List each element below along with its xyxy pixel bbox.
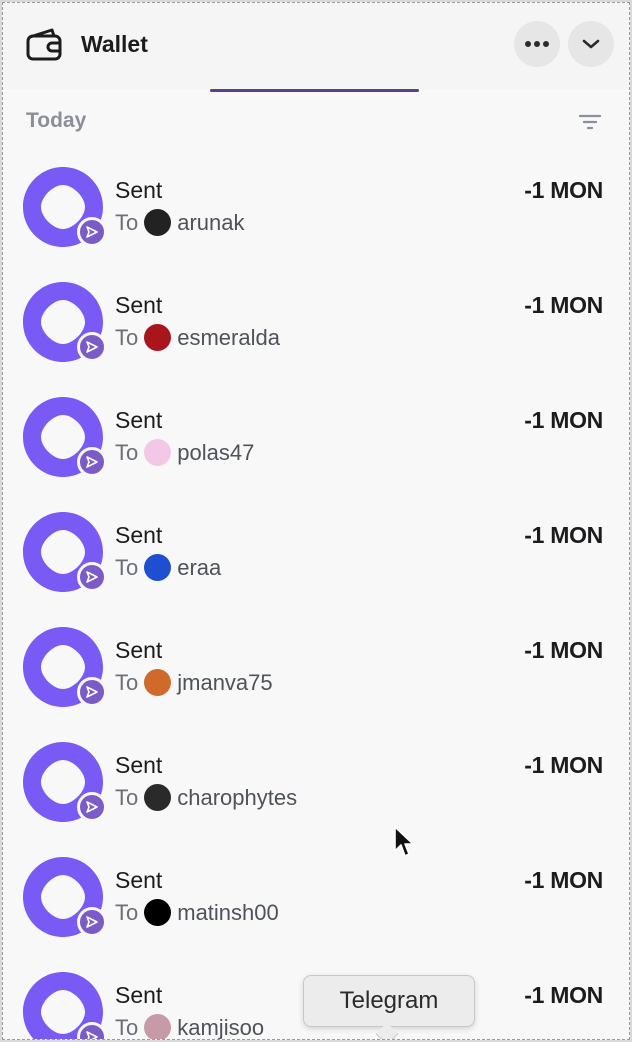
to-label: To bbox=[115, 554, 139, 580]
token-logo-wrap bbox=[21, 855, 111, 941]
transaction-row[interactable]: Sent -1 MON To matinsh00 bbox=[3, 843, 629, 958]
mouse-cursor-icon bbox=[394, 826, 414, 857]
transaction-list: Sent -1 MON To arunak Sent -1 MON To esm… bbox=[3, 153, 629, 1040]
filter-icon[interactable] bbox=[577, 109, 603, 135]
to-label: To bbox=[115, 439, 139, 465]
wallet-icon bbox=[26, 28, 62, 61]
transaction-type: Sent bbox=[115, 867, 163, 893]
avatar bbox=[144, 554, 172, 581]
token-logo-wrap bbox=[21, 165, 111, 251]
recipient-username[interactable]: charophytes bbox=[177, 785, 297, 811]
more-horizontal-icon bbox=[525, 41, 549, 47]
sent-badge bbox=[77, 332, 107, 362]
avatar bbox=[144, 439, 172, 466]
avatar bbox=[144, 784, 172, 811]
token-logo-wrap bbox=[21, 625, 111, 711]
token-logo-wrap bbox=[21, 970, 111, 1039]
transaction-row[interactable]: Sent -1 MON To arunak bbox=[3, 153, 629, 268]
transaction-recipient: To esmeralda bbox=[115, 324, 280, 351]
send-icon bbox=[86, 571, 98, 583]
to-label: To bbox=[115, 1014, 139, 1040]
transaction-type: Sent bbox=[115, 752, 163, 778]
avatar bbox=[144, 324, 172, 351]
page-title: Wallet bbox=[81, 31, 148, 57]
sent-badge bbox=[77, 677, 107, 707]
transaction-amount: -1 MON bbox=[524, 522, 603, 548]
recipient-username[interactable]: matinsh00 bbox=[177, 900, 279, 926]
transaction-type: Sent bbox=[115, 407, 163, 433]
transaction-row[interactable]: Sent -1 MON To esmeralda bbox=[3, 268, 629, 383]
send-icon bbox=[86, 686, 98, 698]
token-logo-wrap bbox=[21, 395, 111, 481]
transaction-recipient: To jmanva75 bbox=[115, 669, 273, 696]
transaction-amount: -1 MON bbox=[524, 752, 603, 778]
recipient-username[interactable]: polas47 bbox=[177, 440, 254, 466]
recipient-username[interactable]: esmeralda bbox=[177, 325, 280, 351]
transaction-amount: -1 MON bbox=[524, 637, 603, 663]
transaction-recipient: To matinsh00 bbox=[115, 899, 279, 926]
chevron-down-icon bbox=[582, 39, 600, 49]
to-label: To bbox=[115, 324, 139, 350]
recipient-username[interactable]: eraa bbox=[177, 555, 221, 581]
transaction-type: Sent bbox=[115, 292, 163, 318]
collapse-button[interactable] bbox=[568, 21, 614, 67]
token-logo-wrap bbox=[21, 510, 111, 596]
send-icon bbox=[86, 916, 98, 928]
send-icon bbox=[86, 1031, 98, 1039]
transaction-amount: -1 MON bbox=[524, 407, 603, 433]
send-icon bbox=[86, 801, 98, 813]
avatar bbox=[144, 669, 172, 696]
active-tab-indicator bbox=[210, 89, 419, 92]
sent-badge bbox=[77, 792, 107, 822]
transaction-type: Sent bbox=[115, 522, 163, 548]
transaction-row[interactable]: Sent -1 MON To eraa bbox=[3, 498, 629, 613]
to-label: To bbox=[115, 669, 139, 695]
transaction-recipient: To arunak bbox=[115, 209, 245, 236]
transaction-row[interactable]: Sent -1 MON To charophytes bbox=[3, 728, 629, 843]
sent-badge bbox=[77, 217, 107, 247]
transaction-amount: -1 MON bbox=[524, 867, 603, 893]
avatar bbox=[144, 899, 172, 926]
recipient-username[interactable]: arunak bbox=[177, 210, 244, 236]
recipient-username[interactable]: kamjisoo bbox=[177, 1015, 264, 1040]
to-label: To bbox=[115, 209, 139, 235]
transaction-type: Sent bbox=[115, 637, 163, 663]
sent-badge bbox=[77, 447, 107, 477]
transaction-amount: -1 MON bbox=[524, 177, 603, 203]
tooltip: Telegram bbox=[303, 975, 475, 1027]
wallet-panel: Wallet Today Sent -1 MON To arunak Sent … bbox=[2, 2, 630, 1040]
to-label: To bbox=[115, 899, 139, 925]
avatar bbox=[144, 209, 172, 236]
transaction-row[interactable]: Sent -1 MON To jmanva75 bbox=[3, 613, 629, 728]
sent-badge bbox=[77, 562, 107, 592]
send-icon bbox=[86, 226, 98, 238]
avatar bbox=[144, 1014, 172, 1039]
transaction-row[interactable]: Sent -1 MON To polas47 bbox=[3, 383, 629, 498]
transaction-recipient: To charophytes bbox=[115, 784, 297, 811]
send-icon bbox=[86, 341, 98, 353]
transaction-recipient: To eraa bbox=[115, 554, 221, 581]
section-label-today: Today bbox=[26, 109, 87, 132]
more-options-button[interactable] bbox=[514, 21, 560, 67]
token-logo-wrap bbox=[21, 740, 111, 826]
to-label: To bbox=[115, 784, 139, 810]
transaction-recipient: To polas47 bbox=[115, 439, 254, 466]
transaction-amount: -1 MON bbox=[524, 982, 603, 1008]
transaction-recipient: To kamjisoo bbox=[115, 1014, 264, 1040]
transaction-type: Sent bbox=[115, 982, 163, 1008]
send-icon bbox=[86, 456, 98, 468]
token-logo-wrap bbox=[21, 280, 111, 366]
transaction-amount: -1 MON bbox=[524, 292, 603, 318]
transaction-type: Sent bbox=[115, 177, 163, 203]
recipient-username[interactable]: jmanva75 bbox=[177, 670, 272, 696]
sent-badge bbox=[77, 907, 107, 937]
wallet-header: Wallet bbox=[3, 3, 629, 89]
